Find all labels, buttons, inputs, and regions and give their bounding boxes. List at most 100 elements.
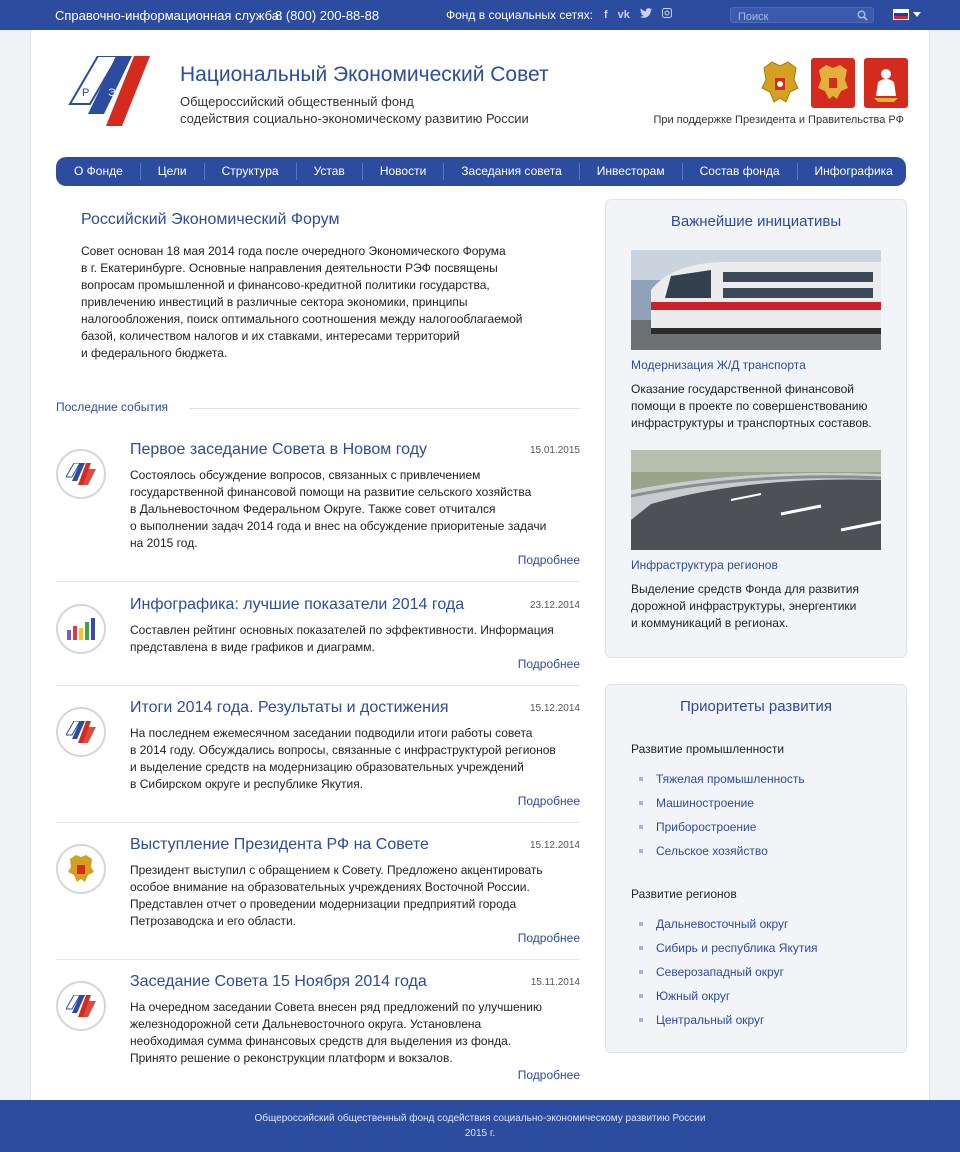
nav-item-news[interactable]: Новости — [380, 157, 426, 186]
facebook-icon[interactable]: f — [604, 9, 608, 22]
event-divider — [56, 685, 580, 686]
priority-item-label: Сельское хозяйство — [656, 844, 768, 858]
coat-of-arms-icon — [56, 844, 106, 894]
event-line: на 2015 год. — [130, 536, 198, 550]
event-divider — [56, 581, 580, 582]
priority-item[interactable]: Сибирь и республика Якутия — [631, 936, 818, 960]
vk-icon[interactable]: vk — [618, 9, 630, 22]
priority-group-label: Развитие регионов — [631, 887, 737, 901]
nav-separator — [203, 163, 205, 180]
priority-item[interactable]: Центральный округ — [631, 1008, 818, 1032]
event-line: в 2014 году. Обсуждались вопросы, связан… — [130, 743, 556, 757]
event-title[interactable]: Итоги 2014 года. Результаты и достижения — [130, 699, 449, 717]
nav-item-goals[interactable]: Цели — [158, 157, 187, 186]
about-line: базой, количеством налогов и их ставками… — [81, 329, 460, 343]
priority-item-label: Приборостроение — [656, 820, 757, 834]
language-flag-icon[interactable] — [893, 9, 909, 20]
event-text: На очередном заседании Совета внесен ряд… — [130, 999, 582, 1067]
event-title[interactable]: Выступление Президента РФ на Совете — [130, 836, 429, 854]
site-subtitle: Общероссийский общественный фонд содейст… — [180, 93, 560, 127]
about-line: привлечению инвестиций в различные секто… — [81, 295, 468, 309]
bullet-icon — [639, 777, 643, 781]
bullet-icon — [639, 994, 643, 998]
moscow-coat-of-arms-icon — [864, 58, 908, 108]
event-title[interactable]: Инфографика: лучшие показатели 2014 года — [130, 596, 464, 614]
ref-logo-icon — [56, 707, 106, 757]
road-photo[interactable] — [631, 450, 881, 550]
instagram-icon[interactable] — [661, 8, 672, 22]
nav-item-members[interactable]: Состав фонда — [700, 157, 780, 186]
nav-item-investors[interactable]: Инвесторам — [597, 157, 665, 186]
footer-text: Общероссийский общественный фонд содейст… — [254, 1113, 706, 1124]
social-label: Фонд в социальных сетях: — [446, 8, 593, 22]
logo-letter-e: Э — [108, 87, 116, 99]
priority-item[interactable]: Сельское хозяйство — [631, 839, 805, 863]
nav-separator — [578, 163, 580, 180]
event-divider — [56, 959, 580, 960]
event-line: в Сибирском округе и республике Якутия. — [130, 777, 364, 791]
site-title[interactable]: Национальный Экономический Совет — [180, 63, 549, 87]
phone-number[interactable]: 8 (800) 200-88-88 — [275, 8, 379, 23]
nav-separator — [443, 163, 445, 180]
chevron-down-icon[interactable] — [913, 12, 921, 17]
nav-item-structure[interactable]: Структура — [222, 157, 279, 186]
priorities-panel: Приоритеты развития Развитие промышленно… — [605, 684, 907, 1053]
priority-list: Тяжелая промышленность Машиностроение Пр… — [631, 767, 805, 863]
priority-item[interactable]: Приборостроение — [631, 815, 805, 839]
event-line: государственной финансовой помощи на раз… — [130, 485, 532, 499]
nav-separator — [295, 163, 297, 180]
initiative-link[interactable]: Модернизация Ж/Д транспорта — [631, 358, 806, 372]
event-text: Состоялось обсуждение вопросов, связанны… — [130, 467, 582, 552]
nav-separator — [681, 163, 683, 180]
initiative-link[interactable]: Инфраструктура регионов — [631, 558, 778, 572]
priority-item-label: Дальневосточный округ — [656, 917, 789, 931]
priority-item[interactable]: Тяжелая промышленность — [631, 767, 805, 791]
nav-item-meetings[interactable]: Заседания совета — [461, 157, 562, 186]
search-box — [730, 7, 874, 24]
event-title[interactable]: Первое заседание Совета в Новом году — [130, 441, 427, 459]
page-container: Р Э Ф Национальный Экономический Совет О… — [30, 30, 930, 1100]
priority-item[interactable]: Южный округ — [631, 984, 818, 1008]
phone-label: Справочно-информационная служба: — [55, 8, 283, 23]
nav-item-charter[interactable]: Устав — [314, 157, 345, 186]
bullet-icon — [639, 825, 643, 829]
event-date: 23.12.2014 — [529, 600, 580, 611]
more-link[interactable]: Подробнее — [518, 931, 580, 945]
ref-logo-icon — [56, 981, 106, 1031]
priority-item[interactable]: Дальневосточный округ — [631, 912, 818, 936]
priority-item-label: Северозападный округ — [656, 965, 784, 979]
about-line: и федерального бюджета. — [81, 346, 228, 360]
bullet-icon — [639, 946, 643, 950]
priority-item[interactable]: Северозападный округ — [631, 960, 818, 984]
priority-item-label: Центральный округ — [656, 1013, 765, 1027]
more-link[interactable]: Подробнее — [518, 794, 580, 808]
initiative-line: помощи в проекте по совершенствованию — [631, 399, 868, 413]
train-photo[interactable] — [631, 250, 881, 350]
initiative-line: Оказание государственной финансовой — [631, 382, 854, 396]
russia-coat-of-arms-icon — [758, 58, 802, 108]
emblems — [758, 58, 908, 108]
event-line: На очередном заседании Совета внесен ряд… — [130, 1000, 542, 1014]
nav-item-infographics[interactable]: Инфографика — [815, 157, 893, 186]
more-link[interactable]: Подробнее — [518, 657, 580, 671]
event-date: 15.12.2014 — [529, 703, 580, 714]
events-divider — [189, 408, 580, 409]
priority-item-label: Сибирь и республика Якутия — [656, 941, 818, 955]
priority-group-label: Развитие промышленности — [631, 742, 785, 756]
more-link[interactable]: Подробнее — [518, 553, 580, 567]
priority-item[interactable]: Машиностроение — [631, 791, 805, 815]
ref-logo-icon — [56, 449, 106, 499]
main-nav: О Фонде Цели Структура Устав Новости Зас… — [56, 157, 906, 186]
twitter-icon[interactable] — [639, 8, 652, 22]
ref-logo[interactable]: Р Э Ф — [68, 55, 160, 126]
subtitle-line: Общероссийский общественный фонд — [180, 94, 414, 109]
event-date: 15.11.2014 — [530, 977, 580, 988]
search-input[interactable] — [731, 10, 851, 24]
search-icon[interactable] — [857, 9, 868, 24]
event-line: Принято решение о реконструкции платформ… — [130, 1051, 453, 1065]
initiative-text: Оказание государственной финансовой помо… — [631, 381, 891, 432]
more-link[interactable]: Подробнее — [518, 1068, 580, 1082]
nav-item-about[interactable]: О Фонде — [74, 157, 123, 186]
event-title[interactable]: Заседание Совета 15 Ноября 2014 года — [130, 973, 427, 991]
bullet-icon — [639, 970, 643, 974]
